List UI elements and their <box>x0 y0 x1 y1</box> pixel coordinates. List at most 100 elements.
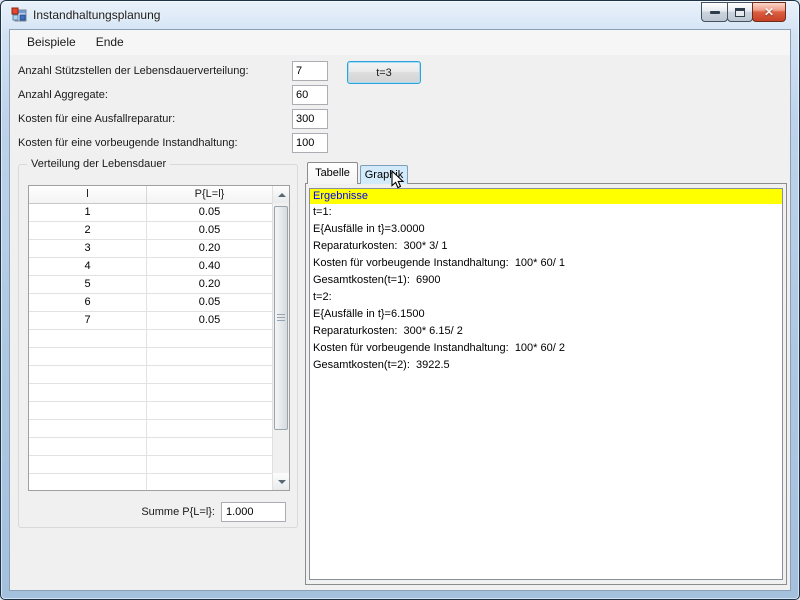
tab-control: Tabelle Graphik Ergebnisse t=1:E{Ausfäll… <box>305 162 787 585</box>
param-label: Anzahl Aggregate: <box>18 89 108 101</box>
cell-p[interactable]: 0.20 <box>147 276 272 294</box>
cell-l[interactable]: 2 <box>29 222 147 240</box>
cell-p[interactable]: 0.05 <box>147 222 272 240</box>
client-area: BeispieleEnde Anzahl Stützstellen der Le… <box>9 29 791 591</box>
param-label: Anzahl Stützstellen der Lebensdauerverte… <box>18 65 249 77</box>
sum-input[interactable] <box>221 502 286 522</box>
cell-p[interactable]: 0.40 <box>147 258 272 276</box>
result-line[interactable]: Reparaturkosten: 300* 3/ 1 <box>310 238 782 255</box>
minimize-button[interactable] <box>701 2 728 22</box>
table-row: 30.20 <box>29 240 272 258</box>
cell-p[interactable] <box>147 474 272 491</box>
result-line[interactable]: E{Ausfälle in t}=3.0000 <box>310 221 782 238</box>
sum-label: Summe P{L=l}: <box>59 506 215 518</box>
compute-button[interactable]: t=3 <box>347 61 421 84</box>
app-icon <box>11 7 27 23</box>
result-line[interactable]: Kosten für vorbeugende Instandhaltung: 1… <box>310 340 782 357</box>
cell-p[interactable] <box>147 402 272 420</box>
table-row <box>29 348 272 366</box>
menu-item-ende[interactable]: Ende <box>86 30 134 55</box>
table-row <box>29 420 272 438</box>
cell-l[interactable] <box>29 456 147 474</box>
param-input[interactable] <box>292 61 328 81</box>
table-row: 10.05 <box>29 204 272 222</box>
table-row <box>29 402 272 420</box>
tab-tabelle[interactable]: Tabelle <box>307 162 358 184</box>
cell-p[interactable]: 0.05 <box>147 204 272 222</box>
scroll-up-button[interactable] <box>273 186 290 203</box>
result-line[interactable]: E{Ausfälle in t}=6.1500 <box>310 306 782 323</box>
cell-l[interactable] <box>29 384 147 402</box>
application-window: Instandhaltungsplanung ✕ BeispieleEnde A… <box>0 0 800 600</box>
cell-l[interactable] <box>29 402 147 420</box>
table-row: 50.20 <box>29 276 272 294</box>
param-input[interactable] <box>292 133 328 153</box>
cell-p[interactable] <box>147 348 272 366</box>
cell-p[interactable] <box>147 438 272 456</box>
scroll-down-button[interactable] <box>273 473 290 490</box>
result-line[interactable]: Gesamtkosten(t=1): 6900 <box>310 272 782 289</box>
result-line[interactable]: t=1: <box>310 204 782 221</box>
mouse-cursor <box>391 170 405 190</box>
distribution-table: l P{L=l} 10.0520.0530.2040.4050.2060.057… <box>28 185 290 491</box>
cell-l[interactable] <box>29 474 147 491</box>
cell-p[interactable] <box>147 366 272 384</box>
groupbox-lifetime-distribution: Verteilung der Lebensdauer l P{L=l} 10.0… <box>18 164 298 528</box>
cell-l[interactable] <box>29 420 147 438</box>
cell-l[interactable]: 4 <box>29 258 147 276</box>
results-lines: t=1:E{Ausfälle in t}=3.0000Reparaturkost… <box>310 204 782 374</box>
result-line[interactable]: t=2: <box>310 289 782 306</box>
cell-l[interactable] <box>29 438 147 456</box>
window-title: Instandhaltungsplanung <box>33 8 160 22</box>
table-row <box>29 330 272 348</box>
table-row: 60.05 <box>29 294 272 312</box>
menu-item-beispiele[interactable]: Beispiele <box>17 30 86 55</box>
results-header-item[interactable]: Ergebnisse <box>310 189 782 204</box>
table-header: l P{L=l} <box>29 186 272 204</box>
cell-l[interactable]: 1 <box>29 204 147 222</box>
table-row <box>29 456 272 474</box>
close-button[interactable]: ✕ <box>752 2 786 22</box>
result-line[interactable]: Gesamtkosten(t=2): 3922.5 <box>310 357 782 374</box>
arrow-up-icon <box>278 193 286 197</box>
cell-l[interactable]: 5 <box>29 276 147 294</box>
cell-l[interactable]: 3 <box>29 240 147 258</box>
table-row: 40.40 <box>29 258 272 276</box>
maximize-button[interactable] <box>727 2 753 22</box>
distribution-table-body: 10.0520.0530.2040.4050.2060.0570.05 <box>29 204 272 490</box>
param-input[interactable] <box>292 85 328 105</box>
scroll-thumb[interactable] <box>274 206 288 430</box>
cell-p[interactable] <box>147 384 272 402</box>
tab-pane: Ergebnisse t=1:E{Ausfälle in t}=3.0000Re… <box>305 183 787 585</box>
cell-l[interactable]: 6 <box>29 294 147 312</box>
result-line[interactable]: Kosten für vorbeugende Instandhaltung: 1… <box>310 255 782 272</box>
cell-p[interactable] <box>147 420 272 438</box>
cell-l[interactable]: 7 <box>29 312 147 330</box>
cell-l[interactable] <box>29 348 147 366</box>
arrow-down-icon <box>278 480 286 484</box>
result-line[interactable]: Reparaturkosten: 300* 6.15/ 2 <box>310 323 782 340</box>
param-input[interactable] <box>292 109 328 129</box>
cell-l[interactable] <box>29 330 147 348</box>
table-row <box>29 474 272 491</box>
cell-p[interactable] <box>147 330 272 348</box>
header-cell-p[interactable]: P{L=l} <box>147 186 272 204</box>
table-scrollbar[interactable] <box>272 186 289 490</box>
cell-p[interactable]: 0.05 <box>147 312 272 330</box>
table-row: 70.05 <box>29 312 272 330</box>
cell-l[interactable] <box>29 366 147 384</box>
cell-p[interactable] <box>147 456 272 474</box>
results-listbox: Ergebnisse t=1:E{Ausfälle in t}=3.0000Re… <box>309 188 783 580</box>
param-label: Kosten für eine Ausfallreparatur: <box>18 113 175 125</box>
title-bar[interactable]: Instandhaltungsplanung ✕ <box>1 1 799 29</box>
menu-bar[interactable]: BeispieleEnde <box>10 30 790 55</box>
close-icon: ✕ <box>764 6 774 18</box>
minimize-icon <box>710 11 720 14</box>
header-cell-l[interactable]: l <box>29 186 147 204</box>
cell-p[interactable]: 0.05 <box>147 294 272 312</box>
window-controls: ✕ <box>702 2 786 22</box>
param-label: Kosten für eine vorbeugende Instandhaltu… <box>18 137 238 149</box>
table-row: 20.05 <box>29 222 272 240</box>
window-frame: Instandhaltungsplanung ✕ BeispieleEnde A… <box>0 0 800 600</box>
cell-p[interactable]: 0.20 <box>147 240 272 258</box>
